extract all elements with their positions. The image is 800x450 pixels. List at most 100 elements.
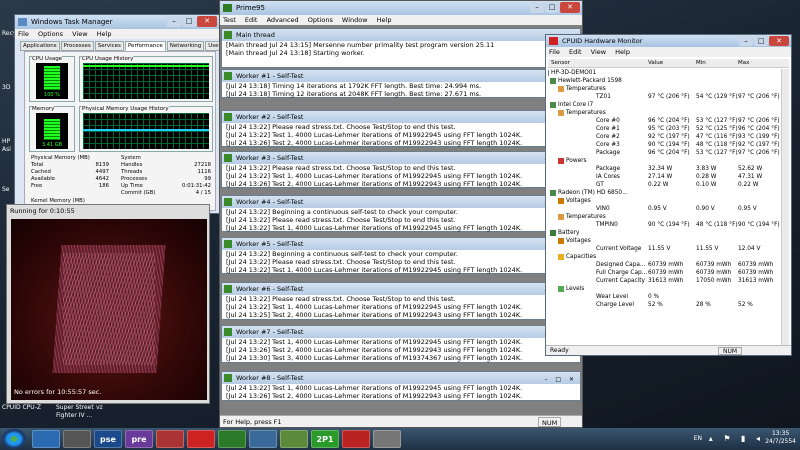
prime95-worker-window[interactable]: Worker #3 - Self-Test– □ ✕ [Jul 24 13:22… [221,151,581,188]
worker-titlebar[interactable]: Worker #2 - Self-Test– □ ✕ [222,111,580,123]
prime95-mainthread-window[interactable]: Main thread– □ ✕ [Main thread Jul 24 13:… [221,28,581,68]
worker-titlebar[interactable]: Worker #3 - Self-Test– □ ✕ [222,152,580,164]
column-max[interactable]: Max [738,59,749,68]
prime95-worker-window[interactable]: Worker #8 - Self-Test – □ ✕ [Jul 24 13:22… [221,371,581,401]
sensor-row[interactable]: Package 96 °C (204 °F) 53 °C (127 °F) 97 °C… [548,149,780,157]
start-button[interactable] [2,429,26,449]
column-sensor[interactable]: Sensor [551,59,570,68]
taskbar-app-button[interactable] [156,430,184,448]
tab-applications[interactable]: Applications [20,41,60,51]
menu-window[interactable]: Window [342,16,368,24]
prime95-worker-window[interactable]: Worker #6 - Self-Test– □ ✕ [Jul 24 13:22… [221,282,581,320]
taskbar-app-button[interactable] [187,430,215,448]
close-button[interactable]: ✕ [560,2,580,13]
worker-titlebar[interactable]: Worker #1 - Self-Test– □ ✕ [222,70,580,82]
taskbar-app-button[interactable] [373,430,401,448]
sensor-row[interactable]: Core #1 95 °C (203 °F) 52 °C (125 °F) 96 °C… [548,125,780,133]
vertical-scrollbar[interactable] [781,69,789,347]
worker-window-controls[interactable]: – □ ✕ [544,374,577,386]
hwmonitor-window[interactable]: CPUID Hardware Monitor – □ ✕ File Edit V… [545,34,792,356]
maximize-button[interactable]: □ [754,36,768,46]
sensor-row[interactable]: Designed Capa... 60739 mWh 60739 mWh 60739 … [548,261,780,269]
sensor-row[interactable]: Voltages [548,237,780,245]
sensor-row[interactable]: Charge Level 52 % 28 % 52 % [548,301,780,309]
sensor-row[interactable]: Temperatures [548,109,780,117]
menu-options[interactable]: Options [308,16,333,24]
prime95-worker-window[interactable]: Worker #5 - Self-Test– □ ✕ [Jul 24 13:22… [221,237,581,274]
sensor-row[interactable]: Wear Level 0 % [548,293,780,301]
menu-options[interactable]: Options [38,30,63,38]
sensor-row[interactable]: Temperatures [548,213,780,221]
column-min[interactable]: Min [696,59,706,68]
menu-help[interactable]: Help [615,48,630,56]
sensor-row[interactable]: Voltages [548,197,780,205]
tab-services[interactable]: Services [94,41,124,51]
worker-titlebar[interactable]: Worker #4 - Self-Test– □ ✕ [222,196,580,208]
tab-performance[interactable]: Performance [124,41,166,51]
sensor-row[interactable]: Capacities [548,253,780,261]
menu-help[interactable]: Help [377,16,392,24]
task-manager-titlebar[interactable]: Windows Task Manager – □ ✕ [15,15,219,29]
menu-help[interactable]: Help [97,30,112,38]
prime95-worker-window[interactable]: Worker #4 - Self-Test– □ ✕ [Jul 24 13:22… [221,195,581,232]
sensor-row[interactable]: Temperatures [548,85,780,93]
column-value[interactable]: Value [648,59,663,68]
worker-titlebar[interactable]: Worker #6 - Self-Test– □ ✕ [222,283,580,295]
tab-processes[interactable]: Processes [60,41,94,51]
language-indicator[interactable]: EN [694,435,702,443]
menu-test[interactable]: Test [223,16,236,24]
minimize-button[interactable]: – [739,36,753,46]
hwmonitor-titlebar[interactable]: CPUID Hardware Monitor – □ ✕ [546,35,791,47]
clock[interactable]: 13:35 24/7/2554 [765,430,796,446]
menu-edit[interactable]: Edit [569,48,582,56]
worker-titlebar[interactable]: Main thread– □ ✕ [222,29,580,41]
sensor-row[interactable]: GT 0.22 W 0.10 W 0.22 W [548,181,780,189]
sensor-row[interactable]: IA Cores 27.14 W 0.28 W 47.31 W [548,173,780,181]
sensor-row[interactable]: Core #3 90 °C (194 °F) 48 °C (118 °F) 92 °C… [548,141,780,149]
close-button[interactable]: ✕ [197,16,217,27]
sensor-row[interactable]: Hewlett-Packard 1598 [548,77,780,85]
taskbar-app-button[interactable]: pse [94,430,122,448]
sensor-row[interactable]: Core #0 96 °C (204 °F) 53 °C (127 °F) 97 °C… [548,117,780,125]
sensor-row[interactable]: HP-3D-DEMO01 [548,69,780,77]
sensor-row[interactable]: TZ01 97 °C (206 °F) 54 °C (129 °F) 97 °C (2… [548,93,780,101]
desktop-icon-vz[interactable]: vz [96,404,103,411]
worker-titlebar[interactable]: Worker #8 - Self-Test – □ ✕ [222,372,580,384]
taskbar-app-button[interactable] [280,430,308,448]
minimize-button[interactable]: – [167,16,181,27]
sensor-row[interactable]: Radeon (TM) HD 6850... [548,189,780,197]
sensor-row[interactable]: Battery [548,229,780,237]
sensor-row[interactable]: Current Capacity 31613 mWh 17050 mWh 31613 … [548,277,780,285]
menu-file[interactable]: File [549,48,560,56]
maximize-button[interactable]: □ [545,2,559,13]
prime95-worker-window[interactable]: Worker #2 - Self-Test– □ ✕ [Jul 24 13:22… [221,110,581,147]
sensor-row[interactable]: TMPIN0 90 °C (194 °F) 48 °C (118 °F) 90 °C … [548,221,780,229]
taskbar-app-button[interactable] [32,430,60,448]
menu-advanced[interactable]: Advanced [267,16,299,24]
sensor-row[interactable]: Package 32.34 W 3.83 W 52.62 W [548,165,780,173]
desktop-icon-cpuz[interactable]: CPUID CPU-Z [2,404,46,411]
sensor-row[interactable]: Levels [548,285,780,293]
sensor-row[interactable]: Current Voltage 11.55 V 11.55 V 12.04 V [548,245,780,253]
maximize-button[interactable]: □ [182,16,196,27]
prime95-worker-window[interactable]: Worker #1 - Self-Test– □ ✕ [Jul 24 13:18… [221,69,581,98]
sensor-row[interactable]: Intel Core i7 [548,101,780,109]
menu-view[interactable]: View [591,48,606,56]
sensor-row[interactable]: Powers [548,157,780,165]
tab-networking[interactable]: Networking [166,41,205,51]
prime95-worker-window[interactable]: Worker #7 - Self-Test– □ ✕ [Jul 24 13:22… [221,325,581,363]
stress-render-window[interactable]: Running for 0:10:55 No errors for 10:55:… [6,204,210,404]
close-button[interactable]: ✕ [769,36,789,46]
worker-titlebar[interactable]: Worker #5 - Self-Test– □ ✕ [222,238,580,250]
taskbar-app-button[interactable] [218,430,246,448]
taskbar-app-button[interactable]: pre [125,430,153,448]
taskbar-app-button[interactable] [342,430,370,448]
worker-titlebar[interactable]: Worker #7 - Self-Test– □ ✕ [222,326,580,338]
minimize-button[interactable]: – [530,2,544,13]
prime95-titlebar[interactable]: Prime95 – □ ✕ [220,1,582,15]
menu-view[interactable]: View [72,30,87,38]
sensor-row[interactable]: VIN0 0.95 V 0.90 V 0.95 V [548,205,780,213]
taskbar-app-button[interactable] [249,430,277,448]
taskbar-app-button[interactable]: 2P1 [311,430,339,448]
sensor-row[interactable]: Full Charge Cap... 60739 mWh 60739 mWh 6073… [548,269,780,277]
